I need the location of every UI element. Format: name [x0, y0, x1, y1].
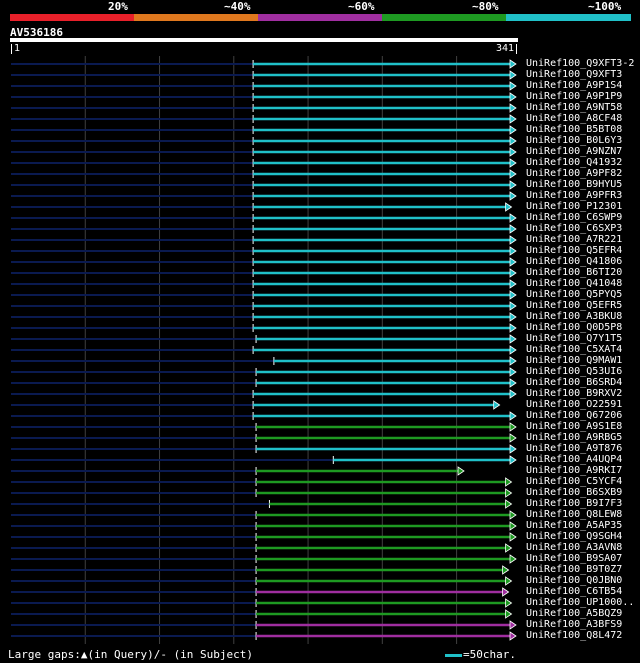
- scale-bar: [445, 654, 462, 657]
- hit-id-link[interactable]: UniRef100_B6SRD4: [526, 377, 622, 388]
- hit-id-link[interactable]: UniRef100_UP1000..: [526, 597, 634, 608]
- hit-id-link[interactable]: UniRef100_C6TB54: [526, 586, 622, 597]
- hit-id-link[interactable]: UniRef100_A9P1P9: [526, 91, 622, 102]
- hit-id-link[interactable]: UniRef100_O22591: [526, 399, 622, 410]
- hit-id-link[interactable]: UniRef100_A9P1S4: [526, 80, 622, 91]
- hit-id-link[interactable]: UniRef100_Q8LEW8: [526, 509, 622, 520]
- hit-id-link[interactable]: UniRef100_Q9SGH4: [526, 531, 622, 542]
- hit-id-link[interactable]: UniRef100_C6SWP9: [526, 212, 622, 223]
- hit-id-link[interactable]: UniRef100_A9S1E8: [526, 421, 622, 432]
- hit-id-link[interactable]: UniRef100_A5BQZ9: [526, 608, 622, 619]
- hit-id-link[interactable]: UniRef100_B9HYU5: [526, 179, 622, 190]
- scale-label: =50char.: [463, 648, 516, 661]
- hit-id-link[interactable]: UniRef100_B9RXV2: [526, 388, 622, 399]
- hit-id-link[interactable]: UniRef100_A9RKI7: [526, 465, 622, 476]
- hit-row[interactable]: UniRef100_Q8L472: [0, 630, 640, 643]
- hit-id-link[interactable]: UniRef100_A9NT58: [526, 102, 622, 113]
- hit-id-link[interactable]: UniRef100_Q5PYQ5: [526, 289, 622, 300]
- hit-id-link[interactable]: UniRef100_P12301: [526, 201, 622, 212]
- hit-id-link[interactable]: UniRef100_B9T0Z7: [526, 564, 622, 575]
- hit-id-link[interactable]: UniRef100_Q53UI6: [526, 366, 622, 377]
- hit-id-link[interactable]: UniRef100_B6SXB9: [526, 487, 622, 498]
- hit-id-link[interactable]: UniRef100_A9PFR3: [526, 190, 622, 201]
- hit-id-link[interactable]: UniRef100_A4UQP4: [526, 454, 622, 465]
- hit-id-link[interactable]: UniRef100_A8CF48: [526, 113, 622, 124]
- hit-id-link[interactable]: UniRef100_A5AP35: [526, 520, 622, 531]
- hit-id-link[interactable]: UniRef100_C5YCF4: [526, 476, 622, 487]
- hit-id-link[interactable]: UniRef100_B5BT08: [526, 124, 622, 135]
- hit-id-link[interactable]: UniRef100_A3BFS9: [526, 619, 622, 630]
- hit-id-link[interactable]: UniRef100_Q41806: [526, 256, 622, 267]
- hit-id-link[interactable]: UniRef100_A9RBG5: [526, 432, 622, 443]
- hit-id-link[interactable]: UniRef100_Q9XFT3-2: [526, 58, 634, 69]
- hit-id-link[interactable]: UniRef100_A9T876: [526, 443, 622, 454]
- hit-id-link[interactable]: UniRef100_C5XAT4: [526, 344, 622, 355]
- hit-id-link[interactable]: UniRef100_B0L6Y3: [526, 135, 622, 146]
- hit-id-link[interactable]: UniRef100_Q9MAW1: [526, 355, 622, 366]
- hit-id-link[interactable]: UniRef100_A9PF82: [526, 168, 622, 179]
- gap-legend-text: Large gaps:▲(in Query)/- (in Subject): [8, 648, 254, 661]
- hit-id-link[interactable]: UniRef100_Q5EFR4: [526, 245, 622, 256]
- hit-id-link[interactable]: UniRef100_B6TI20: [526, 267, 622, 278]
- hit-id-link[interactable]: UniRef100_Q41932: [526, 157, 622, 168]
- hit-id-link[interactable]: UniRef100_Q7Y1T5: [526, 333, 622, 344]
- hit-id-link[interactable]: UniRef100_B9SA07: [526, 553, 622, 564]
- hit-id-link[interactable]: UniRef100_Q0D5P8: [526, 322, 622, 333]
- hit-id-link[interactable]: UniRef100_C6SXP3: [526, 223, 622, 234]
- hit-id-link[interactable]: UniRef100_B9I7F3: [526, 498, 622, 509]
- hit-id-link[interactable]: UniRef100_Q5EFR5: [526, 300, 622, 311]
- hit-id-link[interactable]: UniRef100_Q0JBN0: [526, 575, 622, 586]
- hit-id-link[interactable]: UniRef100_Q8L472: [526, 630, 622, 641]
- hit-id-link[interactable]: UniRef100_A9NZN7: [526, 146, 622, 157]
- hit-id-link[interactable]: UniRef100_A3BKU8: [526, 311, 622, 322]
- hit-id-link[interactable]: UniRef100_Q41048: [526, 278, 622, 289]
- hit-id-link[interactable]: UniRef100_A7R221: [526, 234, 622, 245]
- hit-id-link[interactable]: UniRef100_Q9XFT3: [526, 69, 622, 80]
- hit-id-link[interactable]: UniRef100_A3AVN8: [526, 542, 622, 553]
- hit-id-link[interactable]: UniRef100_Q67206: [526, 410, 622, 421]
